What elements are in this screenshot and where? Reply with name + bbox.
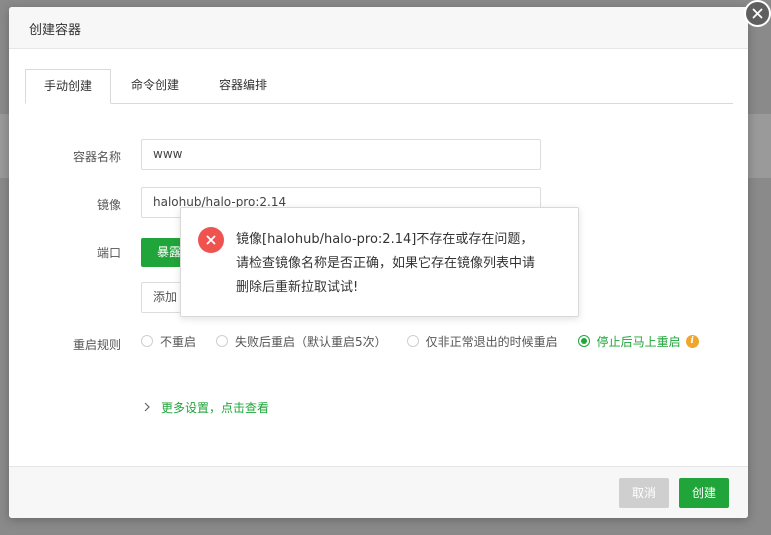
radio-label: 失败后重启（默认重启5次）: [235, 334, 387, 349]
container-name-value: www: [153, 147, 183, 161]
tab-label: 手动创建: [43, 79, 92, 93]
radio-no-restart[interactable]: 不重启: [141, 333, 196, 350]
radio-label: 停止后马上重启: [596, 334, 681, 349]
close-icon: [752, 8, 763, 19]
dialog-header: 创建容器: [9, 7, 748, 49]
error-message: 镜像[halohub/halo-pro:2.14]不存在或存在问题， 请检查镜像…: [236, 228, 566, 300]
radio-restart-always[interactable]: 停止后马上重启 i: [577, 333, 699, 350]
create-button[interactable]: 创建: [679, 478, 729, 508]
error-icon: [198, 227, 224, 253]
error-toast: 镜像[halohub/halo-pro:2.14]不存在或存在问题， 请检查镜像…: [180, 207, 579, 317]
expose-port-label: 暴露: [157, 245, 182, 259]
restart-policy-group: 不重启 失败后重启（默认重启5次） 仅非正常退出的时候重启 停止后马上重启 i: [141, 333, 699, 349]
radio-circle: [406, 335, 419, 347]
tab-label: 命令创建: [130, 78, 179, 92]
tab-manual-create[interactable]: 手动创建: [25, 69, 111, 104]
chevron-right-icon: [143, 401, 151, 415]
cancel-label: 取消: [631, 486, 656, 500]
radio-label: 仅非正常退出的时候重启: [425, 334, 558, 349]
container-name-input[interactable]: www: [141, 139, 541, 170]
image-label: 镜像: [96, 198, 121, 212]
tab-bar: 手动创建 命令创建 容器编排: [25, 69, 733, 104]
more-settings-toggle[interactable]: 更多设置，点击查看: [143, 399, 269, 416]
error-message-line: 删除后重新拉取试试!: [236, 280, 359, 295]
tab-command-create[interactable]: 命令创建: [119, 69, 191, 103]
radio-circle: [216, 335, 229, 347]
radio-restart-unless-normal-exit[interactable]: 仅非正常退出的时候重启: [406, 333, 558, 350]
add-port-label: 添加: [153, 290, 178, 304]
dialog-footer: 取消 创建: [9, 466, 748, 518]
close-dialog-button[interactable]: [744, 0, 771, 27]
port-label: 端口: [96, 246, 121, 260]
radio-restart-on-failure[interactable]: 失败后重启（默认重启5次）: [216, 333, 387, 350]
radio-label: 不重启: [160, 334, 197, 349]
tab-container-compose[interactable]: 容器编排: [207, 69, 279, 103]
error-message-line: 镜像[halohub/halo-pro:2.14]不存在或存在问题，: [236, 232, 534, 247]
info-icon[interactable]: i: [685, 334, 699, 348]
cancel-button[interactable]: 取消: [619, 478, 669, 508]
restart-policy-label: 重启规则: [72, 338, 121, 352]
radio-circle: [577, 335, 590, 347]
dialog-title: 创建容器: [29, 23, 82, 38]
radio-circle: [141, 335, 153, 347]
tab-label: 容器编排: [218, 78, 267, 92]
create-label: 创建: [691, 486, 716, 500]
more-settings-label: 更多设置，点击查看: [161, 401, 270, 415]
container-name-label: 容器名称: [72, 150, 121, 164]
error-message-line: 请检查镜像名称是否正确，如果它存在镜像列表中请: [236, 256, 536, 271]
